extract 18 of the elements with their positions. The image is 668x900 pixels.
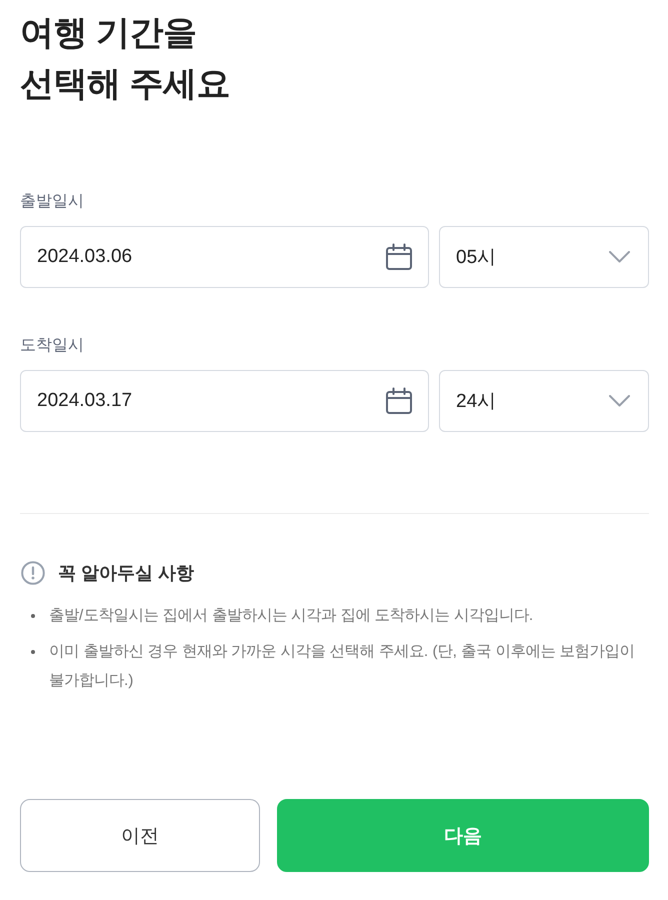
chevron-down-icon xyxy=(609,251,630,263)
exclamation-circle-icon xyxy=(21,561,45,585)
field-label: 출발일시 xyxy=(20,192,84,212)
calendar-icon xyxy=(385,387,413,415)
notice-heading: 꼭 알아두실 사항 xyxy=(58,562,194,585)
field-label: 도착일시 xyxy=(20,336,84,356)
date-field[interactable]: 2024.03.06 xyxy=(20,226,429,288)
hour-select[interactable]: 24시 xyxy=(439,370,649,432)
hour-select[interactable]: 05시 xyxy=(439,226,649,288)
back-button[interactable]: 이전 xyxy=(20,799,260,872)
bullet-icon xyxy=(31,650,35,654)
bullet-icon xyxy=(31,614,35,618)
date-field[interactable]: 2024.03.17 xyxy=(20,370,429,432)
chevron-down-icon xyxy=(609,395,630,407)
notice-text: 출발/도착일시는 집에서 출발하시는 시각과 집에 도착하시는 시각입니다. xyxy=(49,606,534,626)
calendar-icon xyxy=(385,243,413,271)
page-title: 여행 기간을 선택해 주세요 xyxy=(20,13,230,105)
notice-text: 이미 출발하신 경우 현재와 가까운 시각을 선택해 주세요. (단, 출국 이후에는 보험가입이 불가합니다.) xyxy=(49,642,636,691)
